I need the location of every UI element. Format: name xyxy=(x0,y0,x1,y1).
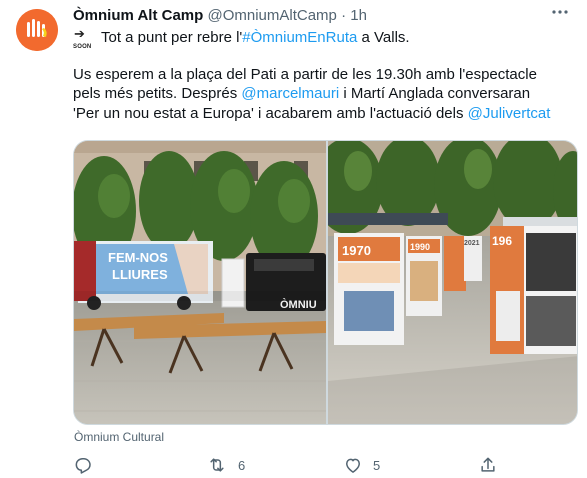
truck-photo-image: FEM-NOS LLIURES ÒMNIU xyxy=(74,141,326,424)
media-caption[interactable]: Òmnium Cultural xyxy=(74,430,164,444)
tweet-actions: 6 5 xyxy=(73,455,573,478)
banner-text-line1: FEM-NOS xyxy=(108,250,168,265)
tweet-line-1: ➔ SOON Tot a punt per rebre l'#ÒmniumEnR… xyxy=(73,26,410,50)
panel-year-196: 196 xyxy=(492,234,512,248)
mention-link-marcelmauri[interactable]: @marcelmauri xyxy=(241,85,339,102)
banner-text-line2: LLIURES xyxy=(112,267,168,282)
author-name[interactable]: Òmnium Alt Camp xyxy=(73,7,203,24)
tweet-text: ➔ SOON Tot a punt per rebre l'#ÒmniumEnR… xyxy=(73,26,573,123)
retweet-count: 6 xyxy=(238,457,246,473)
retweet-icon xyxy=(210,458,224,472)
share-button[interactable] xyxy=(478,455,498,475)
panel-year-1970: 1970 xyxy=(342,243,371,258)
panel-year-2021: 2021 xyxy=(464,240,480,247)
hashtag-link[interactable]: #ÒmniumEnRuta xyxy=(242,29,357,46)
heart-icon xyxy=(346,458,360,473)
tweet-header: Òmnium Alt Camp @OmniumAltCamp · 1h xyxy=(73,7,367,25)
like-button[interactable]: 5 xyxy=(343,455,380,475)
reply-button[interactable] xyxy=(73,455,103,475)
more-options-icon[interactable] xyxy=(551,3,569,26)
tweet-line-3: pels més petits. Després @marcelmauri i … xyxy=(73,85,531,102)
avatar[interactable] xyxy=(16,9,58,51)
tweet-line-4: 'Per un nou estat a Europa' i acabarem a… xyxy=(73,104,551,122)
like-count: 5 xyxy=(373,457,381,473)
share-icon xyxy=(481,457,495,472)
mention-link-julivertcat[interactable]: @Julivertcat xyxy=(468,105,551,122)
tweet-line-2: Us esperem a la plaça del Pati a partir … xyxy=(73,65,537,83)
reply-icon xyxy=(75,458,91,474)
author-handle[interactable]: @OmniumAltCamp xyxy=(207,7,336,24)
panel-year-1990: 1990 xyxy=(410,242,430,252)
retweet-button[interactable]: 6 xyxy=(206,455,245,475)
tweet[interactable]: Òmnium Alt Camp @OmniumAltCamp · 1h ➔ SO… xyxy=(0,0,587,478)
exhibition-photo-image: 1970 1990 2021 196 xyxy=(328,141,577,424)
photo-square-truck[interactable]: FEM-NOS LLIURES ÒMNIU xyxy=(74,141,326,424)
tweet-timestamp[interactable]: 1h xyxy=(350,7,367,24)
omnium-logo-icon xyxy=(16,9,58,51)
separator-dot: · xyxy=(341,7,347,24)
media-grid: FEM-NOS LLIURES ÒMNIU 1970 1990 2021 196 xyxy=(73,140,578,425)
photo-exhibition-panels[interactable]: 1970 1990 2021 196 xyxy=(328,141,577,424)
soon-arrow-icon: ➔ SOON xyxy=(73,26,92,50)
